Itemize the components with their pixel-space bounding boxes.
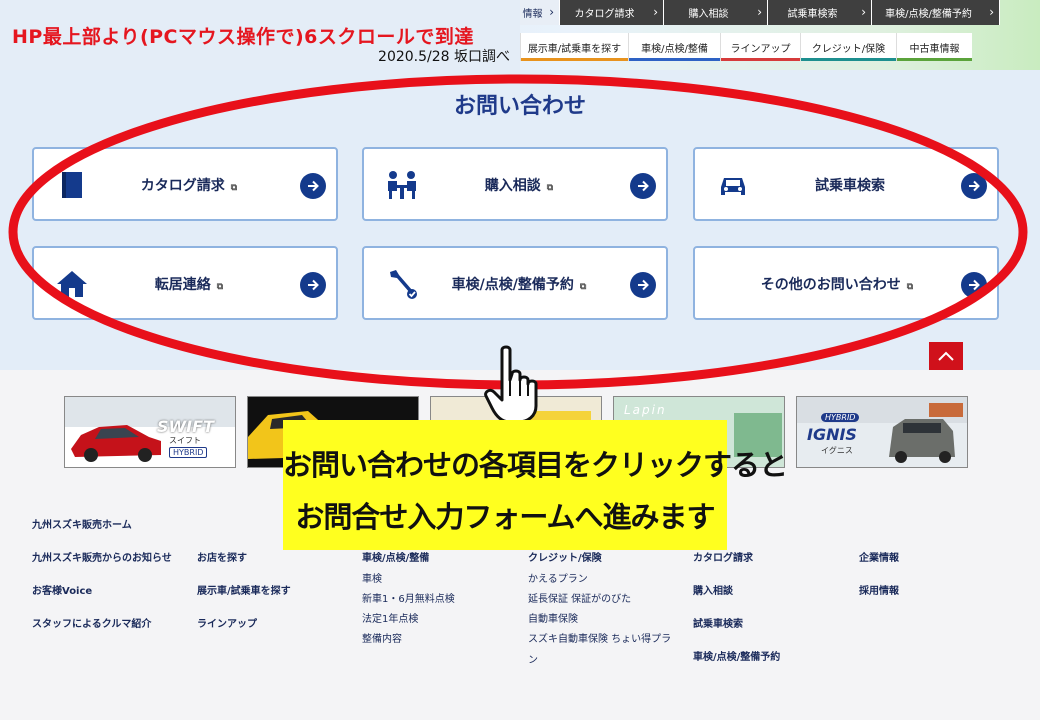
- footer-link[interactable]: スタッフによるクルマ紹介: [32, 615, 151, 630]
- annotation-box: HP最上部より(PCマウス操作で)6スクロールで到達 2020.5/28 坂口調…: [0, 0, 520, 70]
- arrow-right-icon: [630, 272, 656, 298]
- footer-link[interactable]: 法定1年点検: [362, 610, 418, 625]
- banner-swift[interactable]: SWIFT スイフト HYBRID: [64, 396, 236, 468]
- chevron-right-icon: ›: [989, 5, 994, 19]
- nav-underline: [629, 58, 720, 61]
- callout-text-line1: お問い合わせの各項目をクリックすると: [283, 448, 788, 482]
- test-drive-search-button[interactable]: 試乗車検索: [693, 147, 999, 221]
- chevron-right-icon: ›: [757, 5, 762, 19]
- moving-notice-button[interactable]: 転居連絡 ⧉: [32, 246, 338, 320]
- book-icon: [62, 172, 82, 198]
- footer-link-home[interactable]: 九州スズキ販売ホーム: [32, 516, 132, 531]
- banner-ignis[interactable]: HYBRID IGNIS イグニス: [796, 396, 968, 468]
- top-header: HP最上部より(PCマウス操作で)6スクロールで到達 2020.5/28 坂口調…: [0, 0, 1040, 70]
- footer-link[interactable]: 新車1・6月無料点検: [362, 590, 455, 605]
- footer-link[interactable]: 企業情報: [859, 549, 899, 564]
- footer-link[interactable]: 整備内容: [362, 630, 402, 645]
- sub-nav: 展示車/試乗車を探す 車検/点検/整備 ラインアップ クレジット/保険 中古車情…: [520, 33, 972, 61]
- chevron-right-icon: ›: [549, 5, 554, 19]
- nav-underline: [897, 58, 972, 61]
- car-icon: [721, 178, 745, 195]
- top-nav-consult[interactable]: 購入相談 ›: [664, 0, 768, 25]
- sub-nav-credit[interactable]: クレジット/保険: [800, 33, 896, 61]
- external-window-icon: ⧉: [906, 282, 914, 292]
- nav-underline: [721, 58, 800, 61]
- footer-link[interactable]: 試乗車検索: [693, 615, 743, 630]
- page-top-button[interactable]: [929, 342, 963, 370]
- footer-link[interactable]: 採用情報: [859, 582, 899, 597]
- footer-link[interactable]: ン: [528, 651, 538, 666]
- annotation-title: HP最上部より(PCマウス操作で)6スクロールで到達: [12, 26, 474, 48]
- footer-link[interactable]: 九州スズキ販売からのお知らせ: [32, 549, 172, 564]
- top-nav-info[interactable]: 情報 ›: [520, 0, 560, 25]
- catalog-request-button[interactable]: カタログ請求 ⧉: [32, 147, 338, 221]
- callout-box: お問い合わせの各項目をクリックすると お問合せ入力フォームへ進みます: [283, 420, 788, 550]
- top-nav-catalog[interactable]: カタログ請求 ›: [560, 0, 664, 25]
- other-inquiries-button[interactable]: その他のお問い合わせ ⧉: [693, 246, 999, 320]
- purchase-consultation-button[interactable]: 購入相談 ⧉: [362, 147, 668, 221]
- chevron-up-icon: [938, 351, 954, 361]
- footer-link[interactable]: カタログ請求: [693, 549, 753, 564]
- sub-nav-used-car[interactable]: 中古車情報: [896, 33, 972, 61]
- arrow-right-icon: [961, 173, 987, 199]
- footer-link-heading[interactable]: クレジット/保険: [528, 549, 602, 564]
- chevron-right-icon: ›: [861, 5, 866, 19]
- annotation-date: 2020.5/28 坂口調べ: [378, 49, 510, 65]
- top-nav-inspection[interactable]: 車検/点検/整備予約 ›: [872, 0, 1000, 25]
- nav-underline: [801, 58, 896, 61]
- house-icon: [57, 271, 87, 297]
- sub-nav-showroom[interactable]: 展示車/試乗車を探す: [520, 33, 628, 61]
- consultation-icon: [388, 171, 416, 199]
- callout-text-line2: お問合せ入力フォームへ進みます: [295, 500, 715, 534]
- contact-title: お問い合わせ: [453, 94, 586, 119]
- ignis-logo: IGNIS: [807, 425, 857, 444]
- footer-link[interactable]: 延長保証 保証がのびた: [528, 590, 631, 605]
- chevron-right-icon: ›: [653, 5, 658, 19]
- swift-subtitle: スイフト: [169, 436, 201, 445]
- external-window-icon: ⧉: [546, 183, 554, 193]
- footer-link[interactable]: お客様Voice: [32, 582, 92, 597]
- lapin-logo: Lapin: [624, 403, 667, 417]
- footer-link[interactable]: 展示車/試乗車を探す: [197, 582, 291, 597]
- arrow-right-icon: [300, 272, 326, 298]
- ignis-hybrid-badge: HYBRID: [821, 413, 860, 422]
- footer-link[interactable]: 購入相談: [693, 582, 733, 597]
- inspection-reservation-button[interactable]: 車検/点検/整備予約 ⧉: [362, 246, 668, 320]
- arrow-right-icon: [630, 173, 656, 199]
- swift-hybrid-badge: HYBRID: [169, 447, 208, 458]
- footer-link[interactable]: ラインアップ: [197, 615, 257, 630]
- footer-link-heading[interactable]: 車検/点検/整備: [362, 549, 429, 564]
- footer-link[interactable]: 自動車保険: [528, 610, 578, 625]
- footer-link[interactable]: かえるプラン: [528, 570, 588, 585]
- wrench-icon: [390, 270, 417, 299]
- sub-nav-inspection[interactable]: 車検/点検/整備: [628, 33, 720, 61]
- external-window-icon: ⧉: [216, 282, 224, 292]
- sub-nav-lineup[interactable]: ラインアップ: [720, 33, 800, 61]
- external-window-icon: ⧉: [230, 183, 238, 193]
- footer-link[interactable]: スズキ自動車保険 ちょい得プラ: [528, 630, 671, 645]
- footer-link[interactable]: お店を探す: [197, 549, 247, 564]
- top-nav-test-drive[interactable]: 試乗車検索 ›: [768, 0, 872, 25]
- swift-logo: SWIFT: [157, 417, 214, 436]
- footer-link[interactable]: 車検/点検/整備予約: [693, 648, 780, 663]
- nav-underline: [521, 58, 628, 61]
- contact-section: お問い合わせ カタログ請求 ⧉ 購入相談 ⧉ 試乗車検索 転居連絡 ⧉ 車検/点…: [0, 70, 1040, 370]
- footer-link[interactable]: 車検: [362, 570, 382, 585]
- ignis-subtitle: イグニス: [821, 446, 853, 455]
- arrow-right-icon: [961, 272, 987, 298]
- external-window-icon: ⧉: [579, 282, 587, 292]
- arrow-right-icon: [300, 173, 326, 199]
- top-nav: 情報 › カタログ請求 › 購入相談 › 試乗車検索 › 車検/点検/整備予約 ›: [520, 0, 1000, 25]
- pointer-hand-icon: [484, 345, 538, 424]
